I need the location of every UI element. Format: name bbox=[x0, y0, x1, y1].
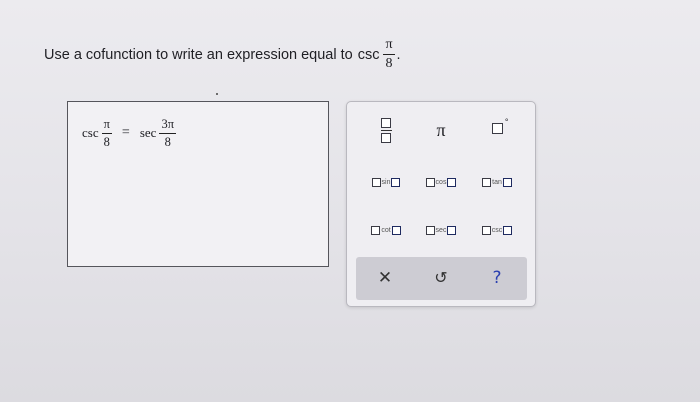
question-fn: csc bbox=[357, 46, 380, 63]
help-button[interactable]: ? bbox=[480, 265, 514, 291]
fraction-button[interactable] bbox=[360, 116, 412, 144]
answer-expression[interactable]: csc π 8 = sec 3π 8 bbox=[82, 118, 176, 148]
cot-button[interactable]: cot bbox=[360, 216, 412, 244]
action-toolbar: ✕ ↺ ? bbox=[356, 257, 527, 300]
degree-button[interactable]: ° bbox=[471, 116, 523, 144]
sec-template-icon: sec bbox=[425, 225, 457, 235]
undo-button[interactable]: ↺ bbox=[424, 265, 458, 291]
answer-right-numerator: 3π bbox=[159, 118, 176, 134]
degree-icon: ° bbox=[491, 117, 509, 139]
close-icon: ✕ bbox=[377, 268, 393, 287]
question-denominator: 8 bbox=[385, 56, 393, 71]
help-icon: ? bbox=[492, 268, 502, 288]
answer-left-numerator: π bbox=[101, 118, 112, 134]
sin-button[interactable]: sin bbox=[360, 168, 412, 196]
answer-left-denominator: 8 bbox=[103, 134, 110, 149]
answer-left-fraction: π 8 bbox=[101, 118, 112, 149]
undo-icon: ↺ bbox=[434, 270, 448, 287]
csc-template-icon: csc bbox=[481, 225, 513, 235]
fraction-template-icon bbox=[380, 117, 392, 143]
answer-equals: = bbox=[121, 125, 130, 140]
answer-input-box[interactable]: csc π 8 = sec 3π 8 bbox=[67, 101, 329, 267]
answer-right-fn: sec bbox=[139, 125, 157, 140]
answer-right-denominator: 8 bbox=[164, 134, 171, 149]
answer-right-fraction: 3π 8 bbox=[159, 118, 176, 148]
sec-button[interactable]: sec bbox=[415, 216, 467, 244]
question-text: Use a cofunction to write an expression … bbox=[44, 46, 353, 63]
tan-template-icon: tan bbox=[482, 177, 512, 187]
csc-button[interactable]: csc bbox=[471, 216, 523, 244]
cos-template-icon: cos bbox=[425, 177, 457, 187]
question-numerator: π bbox=[383, 38, 395, 55]
question-period: . bbox=[396, 46, 401, 63]
math-palette: π ° sin cos tan cot sec csc ✕ ↺ ? bbox=[346, 101, 536, 307]
clear-button[interactable]: ✕ bbox=[368, 265, 402, 291]
stray-dot bbox=[216, 93, 218, 95]
question-prompt: Use a cofunction to write an expression … bbox=[44, 38, 401, 71]
tan-button[interactable]: tan bbox=[471, 168, 523, 196]
pi-icon: π bbox=[436, 119, 446, 140]
cos-button[interactable]: cos bbox=[415, 168, 467, 196]
question-fraction: π 8 bbox=[383, 38, 395, 71]
sin-template-icon: sin bbox=[371, 177, 401, 187]
cot-template-icon: cot bbox=[371, 225, 401, 235]
pi-button[interactable]: π bbox=[415, 116, 467, 144]
answer-left-fn: csc bbox=[82, 125, 99, 140]
